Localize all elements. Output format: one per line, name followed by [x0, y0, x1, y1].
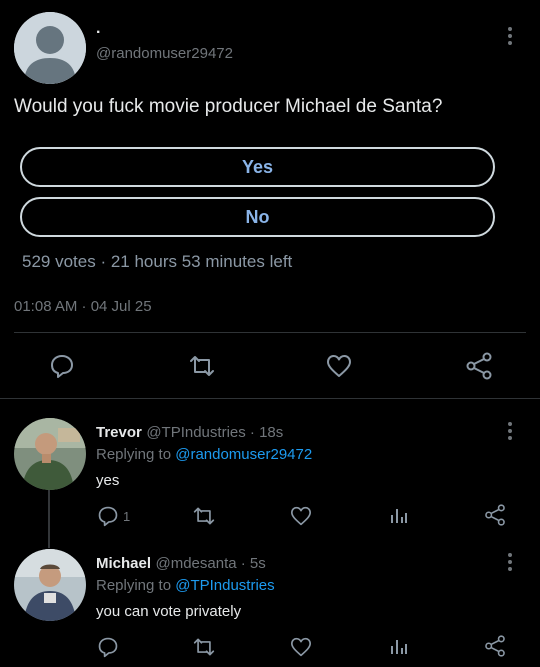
- like-icon: [327, 355, 351, 377]
- more-icon[interactable]: [500, 421, 520, 441]
- share-icon: [485, 635, 505, 657]
- like-button[interactable]: [326, 354, 352, 378]
- retweet-icon: [193, 507, 215, 525]
- analytics-icon: [391, 509, 407, 523]
- reply-icon: [98, 637, 118, 658]
- avatar: [14, 418, 86, 490]
- analytics-button[interactable]: [389, 636, 409, 656]
- retweet-icon: [190, 356, 214, 376]
- share-button[interactable]: [465, 352, 493, 380]
- replying-to-line: Replying to @TPIndustries: [96, 577, 275, 594]
- share-button[interactable]: [484, 635, 506, 657]
- reply-avatar-trevor[interactable]: [14, 418, 86, 490]
- reply-button[interactable]: [97, 636, 123, 658]
- reply-header: Michael @mdesanta · 5s: [96, 555, 266, 573]
- reply-handle-time[interactable]: @TPIndustries · 18s: [146, 424, 283, 441]
- like-icon: [291, 637, 311, 657]
- analytics-button[interactable]: [389, 505, 409, 525]
- reply-icon: [98, 506, 118, 527]
- reply-avatar-michael[interactable]: [14, 549, 86, 621]
- share-icon: [466, 352, 492, 380]
- replying-to-mention[interactable]: @TPIndustries: [175, 577, 274, 594]
- reply-text: you can vote privately: [96, 603, 242, 620]
- main-handle[interactable]: @randomuser29472: [96, 45, 233, 62]
- reply-count: 1: [123, 508, 131, 524]
- like-button[interactable]: [290, 637, 312, 657]
- main-display-name[interactable]: .: [96, 20, 100, 38]
- retweet-button[interactable]: [188, 353, 216, 379]
- reply-author-name[interactable]: Trevor: [96, 424, 142, 441]
- analytics-icon: [391, 640, 407, 654]
- avatar: [14, 549, 86, 621]
- like-button[interactable]: [290, 506, 312, 526]
- retweet-button[interactable]: [192, 636, 216, 658]
- reply-button[interactable]: 1: [97, 505, 130, 527]
- tweet-timestamp[interactable]: 01:08 AM · 04 Jul 25: [14, 298, 152, 315]
- divider: [0, 398, 540, 399]
- more-icon[interactable]: [500, 552, 520, 572]
- reply-button[interactable]: [49, 353, 75, 379]
- reply-icon: [51, 355, 73, 378]
- thread-line: [48, 490, 50, 548]
- reply-author-name[interactable]: Michael: [96, 555, 151, 572]
- like-icon: [291, 506, 311, 526]
- reply-text: yes: [96, 472, 120, 489]
- default-avatar-icon: [14, 12, 86, 84]
- main-avatar[interactable]: [14, 12, 86, 84]
- divider: [14, 332, 526, 333]
- replying-to-mention[interactable]: @randomuser29472: [175, 446, 312, 463]
- retweet-button[interactable]: [192, 505, 216, 527]
- replying-to-line: Replying to @randomuser29472: [96, 446, 312, 463]
- share-button[interactable]: [484, 504, 506, 526]
- retweet-icon: [193, 638, 215, 656]
- poll-option-no[interactable]: No: [20, 197, 495, 237]
- more-icon[interactable]: [500, 26, 520, 46]
- reply-handle-time[interactable]: @mdesanta · 5s: [155, 555, 265, 572]
- replying-to-label: Replying to: [96, 446, 172, 463]
- poll-option-yes[interactable]: Yes: [20, 147, 495, 187]
- poll-summary: 529 votes · 21 hours 53 minutes left: [22, 252, 293, 271]
- replying-to-label: Replying to: [96, 577, 172, 594]
- tweet-text: Would you fuck movie producer Michael de…: [14, 96, 443, 117]
- share-icon: [485, 504, 505, 526]
- reply-header: Trevor @TPIndustries · 18s: [96, 424, 283, 442]
